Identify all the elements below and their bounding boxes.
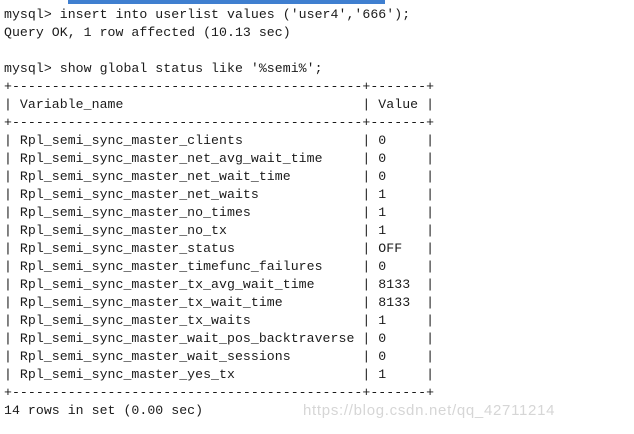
table-row: | Rpl_semi_sync_master_tx_wait_time | 81… bbox=[4, 295, 435, 310]
insert-command-line: mysql> insert into userlist values ('use… bbox=[4, 7, 411, 22]
terminal-window[interactable]: mysql> insert into userlist values ('use… bbox=[0, 0, 634, 434]
table-row: | Rpl_semi_sync_master_status | OFF | bbox=[4, 241, 435, 256]
table-row: | Rpl_semi_sync_master_tx_avg_wait_time … bbox=[4, 277, 435, 292]
table-header-row: | Variable_name | Value | bbox=[4, 97, 435, 112]
table-bottom-border: +---------------------------------------… bbox=[4, 385, 435, 400]
table-row: | Rpl_semi_sync_master_no_times | 1 | bbox=[4, 205, 435, 220]
table-row: | Rpl_semi_sync_master_timefunc_failures… bbox=[4, 259, 435, 274]
watermark: https://blog.csdn.net/qq_42711214 bbox=[303, 402, 556, 419]
selection-highlight-bar bbox=[68, 0, 385, 4]
table-header-border: +---------------------------------------… bbox=[4, 115, 435, 130]
table-row: | Rpl_semi_sync_master_net_waits | 1 | bbox=[4, 187, 435, 202]
table-row: | Rpl_semi_sync_master_no_tx | 1 | bbox=[4, 223, 435, 238]
table-row: | Rpl_semi_sync_master_yes_tx | 1 | bbox=[4, 367, 435, 382]
table-row: | Rpl_semi_sync_master_tx_waits | 1 | bbox=[4, 313, 435, 328]
table-row: | Rpl_semi_sync_master_net_avg_wait_time… bbox=[4, 151, 435, 166]
table-row: | Rpl_semi_sync_master_wait_sessions | 0… bbox=[4, 349, 435, 364]
insert-result-line: Query OK, 1 row affected (10.13 sec) bbox=[4, 25, 291, 40]
table-top-border: +---------------------------------------… bbox=[4, 79, 435, 94]
table-row: | Rpl_semi_sync_master_clients | 0 | bbox=[4, 133, 435, 148]
result-summary-line: 14 rows in set (0.00 sec) bbox=[4, 403, 204, 418]
table-row: | Rpl_semi_sync_master_wait_pos_backtrav… bbox=[4, 331, 435, 346]
show-status-command-line: mysql> show global status like '%semi%'; bbox=[4, 61, 323, 76]
table-row: | Rpl_semi_sync_master_net_wait_time | 0… bbox=[4, 169, 435, 184]
